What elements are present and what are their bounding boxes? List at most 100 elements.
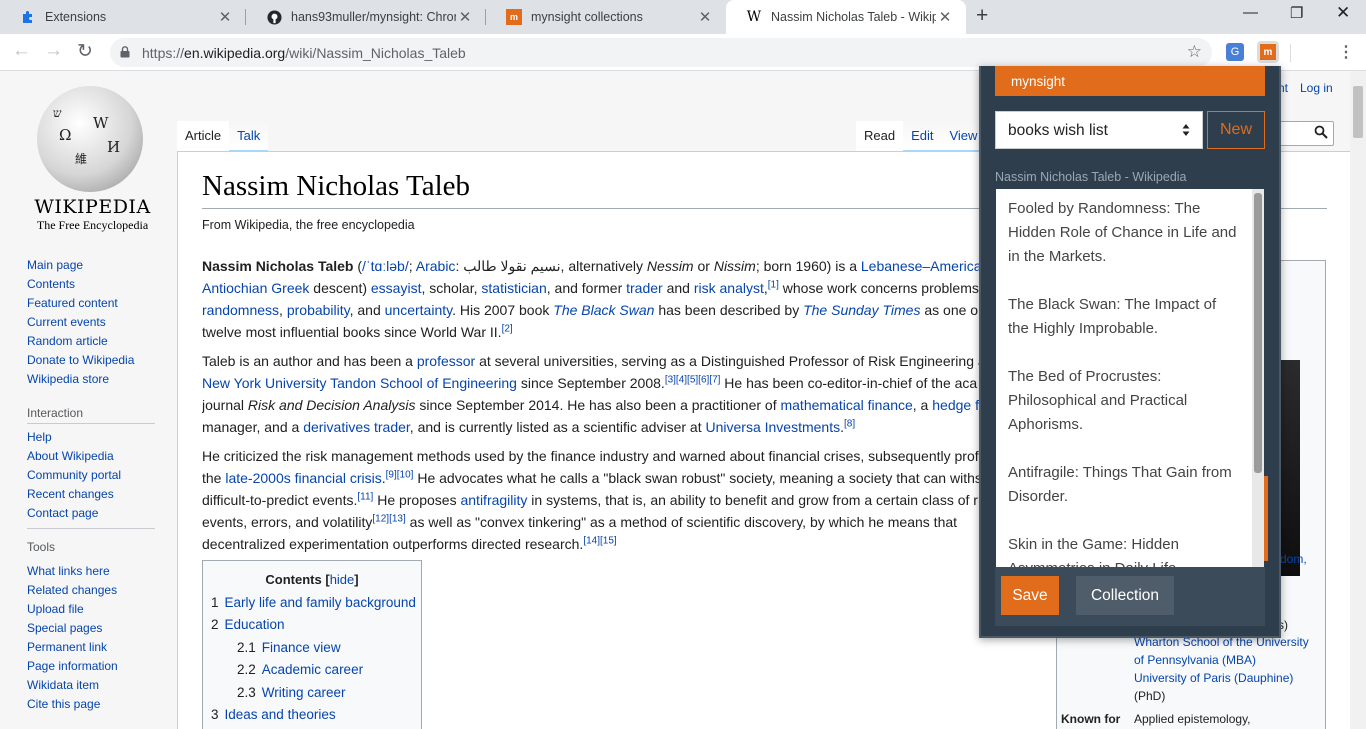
- view-tabs: Read Edit View: [856, 121, 986, 151]
- new-collection-button[interactable]: New: [1207, 111, 1265, 149]
- article-body: Nassim Nicholas Taleb (/ˈtɑːləb/; Arabic…: [202, 255, 1002, 562]
- collection-select-value: books wish list: [1008, 122, 1108, 139]
- url-text: https://en.wikipedia.org/wiki/Nassim_Nic…: [142, 45, 466, 61]
- sidebar-item-help[interactable]: Help: [27, 428, 121, 447]
- sidebar-item-contents[interactable]: Contents: [27, 275, 134, 294]
- mynsight-icon: m: [1260, 44, 1276, 60]
- sidebar-item-random-article[interactable]: Random article: [27, 332, 134, 351]
- wikipedia-logo[interactable]: Ω W 維 И ש WIKIPEDIA The Free Encyclopedi…: [30, 86, 155, 233]
- collection-select[interactable]: books wish list: [995, 111, 1203, 149]
- mynsight-icon: m: [506, 9, 522, 25]
- tab-mynsight-collections[interactable]: m mynsight collections ✕: [486, 0, 726, 34]
- github-icon: [266, 9, 282, 25]
- sidebar-item-contact[interactable]: Contact page: [27, 504, 121, 523]
- namespace-tabs: Article Talk: [177, 121, 269, 151]
- paragraph-lead: Nassim Nicholas Taleb (/ˈtɑːləb/; Arabic…: [202, 258, 982, 340]
- list-item: Fooled by Randomness: The Hidden Role of…: [1008, 200, 1237, 265]
- bookmark-star-icon[interactable]: ☆: [1187, 42, 1202, 62]
- toc-item[interactable]: 2.2 Academic career: [211, 659, 413, 682]
- sidebar-item-special-pages[interactable]: Special pages: [27, 619, 118, 638]
- sidebar-heading: Interaction: [27, 406, 84, 420]
- tab-read[interactable]: Read: [856, 121, 904, 151]
- sidebar-item-donate[interactable]: Donate to Wikipedia: [27, 351, 134, 370]
- close-icon[interactable]: ✕: [696, 8, 714, 26]
- sidebar-main-nav: Main page Contents Featured content Curr…: [27, 256, 134, 389]
- tab-github[interactable]: hans93muller/mynsight: Chrom ✕: [246, 0, 486, 34]
- search-icon[interactable]: [1314, 125, 1328, 139]
- sidebar-tools: Tools What links here Related changes Up…: [27, 538, 118, 714]
- forward-arrow-icon[interactable]: →: [44, 40, 63, 62]
- infobox-value: Applied epistemology,: [1134, 712, 1251, 726]
- sidebar-item-recent-changes[interactable]: Recent changes: [27, 485, 121, 504]
- sidebar-item-what-links-here[interactable]: What links here: [27, 562, 118, 581]
- close-icon[interactable]: ✕: [216, 8, 234, 26]
- toc-item[interactable]: 1 Early life and family background: [211, 592, 416, 615]
- minimize-icon[interactable]: —: [1243, 4, 1258, 21]
- tab-strip: Extensions ✕ hans93muller/mynsight: Chro…: [0, 0, 1366, 34]
- close-icon[interactable]: ✕: [456, 8, 474, 26]
- paragraph-career: Taleb is an author and has been a profes…: [202, 353, 986, 435]
- list-item: Antifragile: Things That Gain from Disor…: [1008, 464, 1232, 505]
- page-scrollbar[interactable]: [1350, 71, 1366, 729]
- sidebar-item-featured-content[interactable]: Featured content: [27, 294, 134, 313]
- new-tab-plus-icon[interactable]: +: [976, 4, 988, 28]
- infobox-alma-mater[interactable]: University of Paris (Dauphine): [1134, 669, 1293, 687]
- wikipedia-tagline: The Free Encyclopedia: [36, 218, 149, 232]
- wikipedia-icon: W: [746, 9, 762, 25]
- sidebar-item-page-information[interactable]: Page information: [27, 657, 118, 676]
- wikipedia-wordmark: WIKIPEDIA: [34, 196, 151, 218]
- login-link[interactable]: Log in: [1300, 81, 1333, 95]
- infobox-text[interactable]: dom,: [1280, 550, 1307, 568]
- sidebar-item-main-page[interactable]: Main page: [27, 256, 134, 275]
- paragraph-ideas: He criticized the risk management method…: [202, 448, 982, 552]
- sidebar-item-store[interactable]: Wikipedia store: [27, 370, 134, 389]
- sidebar-item-current-events[interactable]: Current events: [27, 313, 134, 332]
- reload-icon[interactable]: ↻: [77, 40, 93, 63]
- infobox-alma-mater[interactable]: of Pennsylvania (MBA): [1134, 651, 1256, 669]
- tab-wikipedia[interactable]: W Nassim Nicholas Taleb - Wikipedi ✕: [726, 0, 966, 34]
- puzzle-icon: [20, 9, 36, 25]
- textarea-scrollbar[interactable]: [1252, 189, 1264, 567]
- infobox-label: Known for: [1061, 712, 1121, 726]
- close-icon[interactable]: ✕: [936, 8, 954, 26]
- sidebar-item-about[interactable]: About Wikipedia: [27, 447, 121, 466]
- collection-button[interactable]: Collection: [1076, 576, 1174, 615]
- sidebar-item-community-portal[interactable]: Community portal: [27, 466, 121, 485]
- list-item: The Black Swan: The Impact of the Highly…: [1008, 296, 1217, 337]
- sidebar-item-related-changes[interactable]: Related changes: [27, 581, 118, 600]
- popup-header: mynsight: [995, 66, 1265, 96]
- wikipedia-globe-icon: Ω W 維 И ש: [37, 86, 143, 192]
- table-of-contents: Contents [hide] 1 Early life and family b…: [202, 560, 422, 729]
- lock-icon: [120, 46, 130, 58]
- tab-talk[interactable]: Talk: [229, 121, 269, 151]
- address-bar[interactable]: https://en.wikipedia.org/wiki/Nassim_Nic…: [110, 38, 1212, 67]
- save-button[interactable]: Save: [1001, 576, 1059, 615]
- chrome-menu-icon[interactable]: ⋮: [1338, 42, 1354, 62]
- toc-hide-link[interactable]: hide: [330, 572, 355, 587]
- mynsight-extension-button[interactable]: m: [1257, 41, 1279, 63]
- tab-extensions[interactable]: Extensions ✕: [0, 0, 246, 34]
- selection-textarea[interactable]: Fooled by Randomness: The Hidden Role of…: [996, 189, 1252, 567]
- sidebar-heading: Tools: [27, 540, 56, 554]
- toc-item[interactable]: 2 Education: [211, 614, 413, 637]
- tab-edit[interactable]: Edit: [903, 121, 942, 151]
- sidebar-item-upload-file[interactable]: Upload file: [27, 600, 118, 619]
- list-item: The Bed of Procrustes: Philosophical and…: [1008, 368, 1188, 433]
- list-item: Skin in the Game: Hidden Asymmetries in …: [1008, 536, 1179, 567]
- sidebar-item-cite-this-page[interactable]: Cite this page: [27, 695, 118, 714]
- toc-item[interactable]: 3 Ideas and theories: [211, 704, 413, 727]
- google-translate-icon[interactable]: G: [1226, 43, 1244, 61]
- sidebar-item-wikidata-item[interactable]: Wikidata item: [27, 676, 118, 695]
- back-arrow-icon[interactable]: ←: [12, 40, 31, 62]
- tab-article[interactable]: Article: [177, 121, 230, 151]
- maximize-icon[interactable]: ❐: [1290, 4, 1303, 22]
- toc-item[interactable]: 2.1 Finance view: [211, 637, 413, 660]
- mynsight-popup: mynsight books wish list New Nassim Nich…: [981, 66, 1279, 636]
- tab-title: Nassim Nicholas Taleb - Wikipedi: [771, 10, 936, 24]
- window-close-icon[interactable]: ✕: [1336, 3, 1350, 23]
- toc-title: Contents: [265, 572, 322, 587]
- sidebar-item-permanent-link[interactable]: Permanent link: [27, 638, 118, 657]
- current-page-title: Nassim Nicholas Taleb - Wikipedia: [995, 170, 1187, 184]
- select-arrows-icon: [1182, 124, 1190, 136]
- toc-item[interactable]: 2.3 Writing career: [211, 682, 413, 705]
